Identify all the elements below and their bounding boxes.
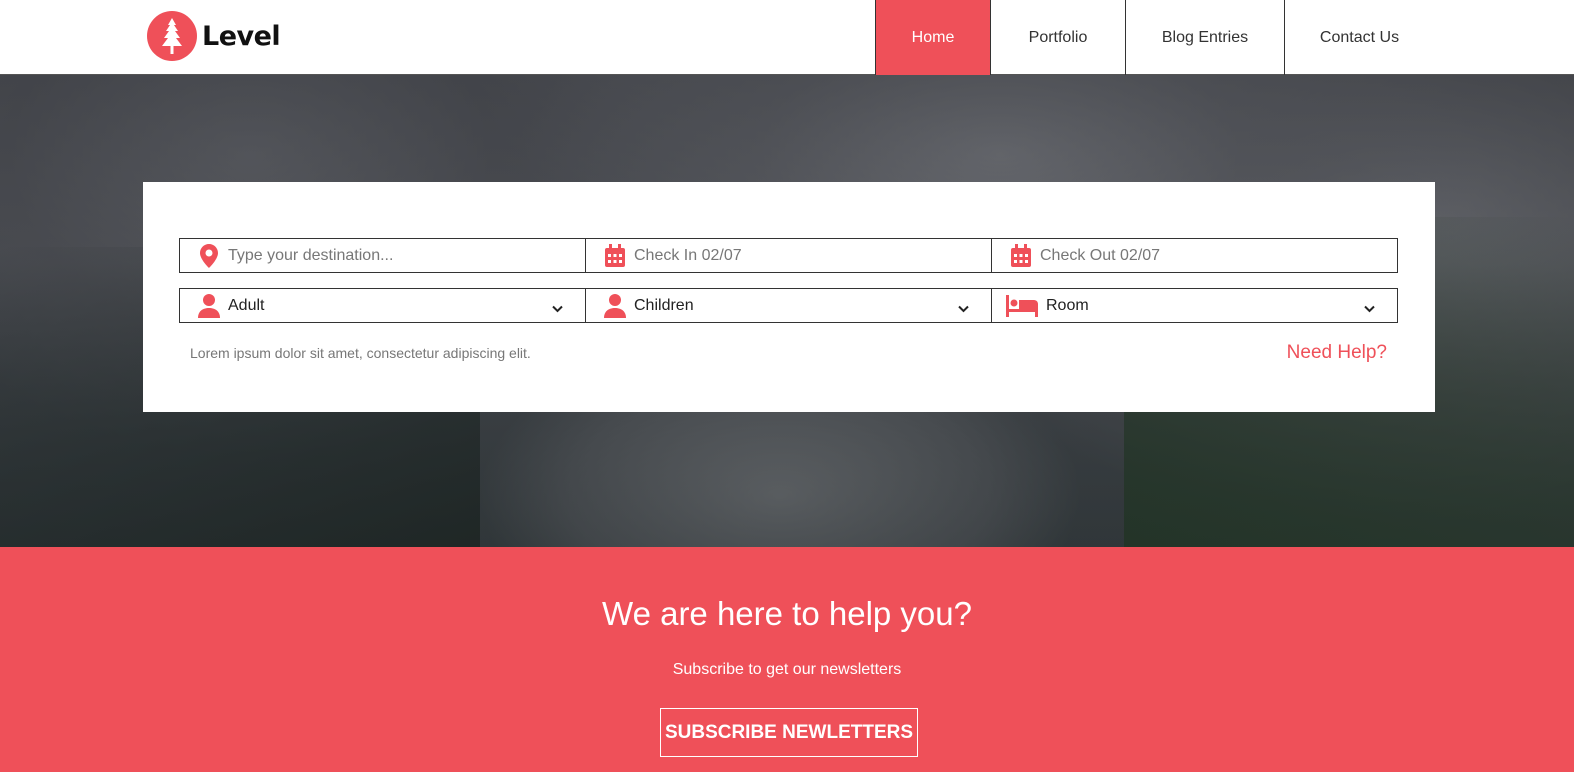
nav-portfolio[interactable]: Portfolio [990, 0, 1125, 75]
need-help-link[interactable]: Need Help? [1287, 342, 1387, 364]
calendar-icon [604, 243, 626, 268]
user-icon [604, 293, 626, 318]
user-icon [198, 293, 220, 318]
destination-input[interactable]: Type your destination... [179, 238, 586, 273]
bed-icon [1006, 294, 1038, 318]
search-note: Lorem ipsum dolor sit amet, consectetur … [190, 345, 531, 361]
adult-select[interactable]: Adult [179, 288, 586, 323]
children-value: Children [634, 296, 694, 314]
chevron-down-icon [552, 300, 563, 318]
room-value: Room [1046, 296, 1089, 314]
nav-contact-us[interactable]: Contact Us [1284, 0, 1434, 75]
calendar-icon [1010, 243, 1032, 268]
children-select[interactable]: Children [585, 288, 992, 323]
destination-placeholder: Type your destination... [228, 246, 394, 264]
newsletter-subtitle: Subscribe to get our newsletters [672, 661, 902, 678]
map-pin-icon [198, 243, 220, 268]
nav-home[interactable]: Home [875, 0, 990, 75]
chevron-down-icon [1364, 300, 1375, 318]
pine-tree-icon [147, 11, 197, 61]
adult-value: Adult [228, 296, 265, 314]
logo[interactable]: Level [147, 11, 281, 61]
room-select[interactable]: Room [991, 288, 1398, 323]
newsletter-section: We are here to help you? Subscribe to ge… [0, 547, 1574, 772]
chevron-down-icon [958, 300, 969, 318]
nav-blog-entries[interactable]: Blog Entries [1125, 0, 1284, 75]
check-in-placeholder: Check In 02/07 [634, 246, 742, 264]
site-header: Level Home Portfolio Blog Entries Contac… [0, 0, 1574, 75]
check-out-input[interactable]: Check Out 02/07 [991, 238, 1398, 273]
subscribe-button[interactable]: SUBSCRIBE NEWLETTERS [660, 708, 918, 757]
brand-name: Level [202, 20, 281, 52]
check-out-placeholder: Check Out 02/07 [1040, 246, 1161, 264]
check-in-input[interactable]: Check In 02/07 [585, 238, 992, 273]
search-card: Type your destination... Check In 02/07 … [143, 182, 1435, 412]
newsletter-title: We are here to help you? [602, 595, 972, 632]
